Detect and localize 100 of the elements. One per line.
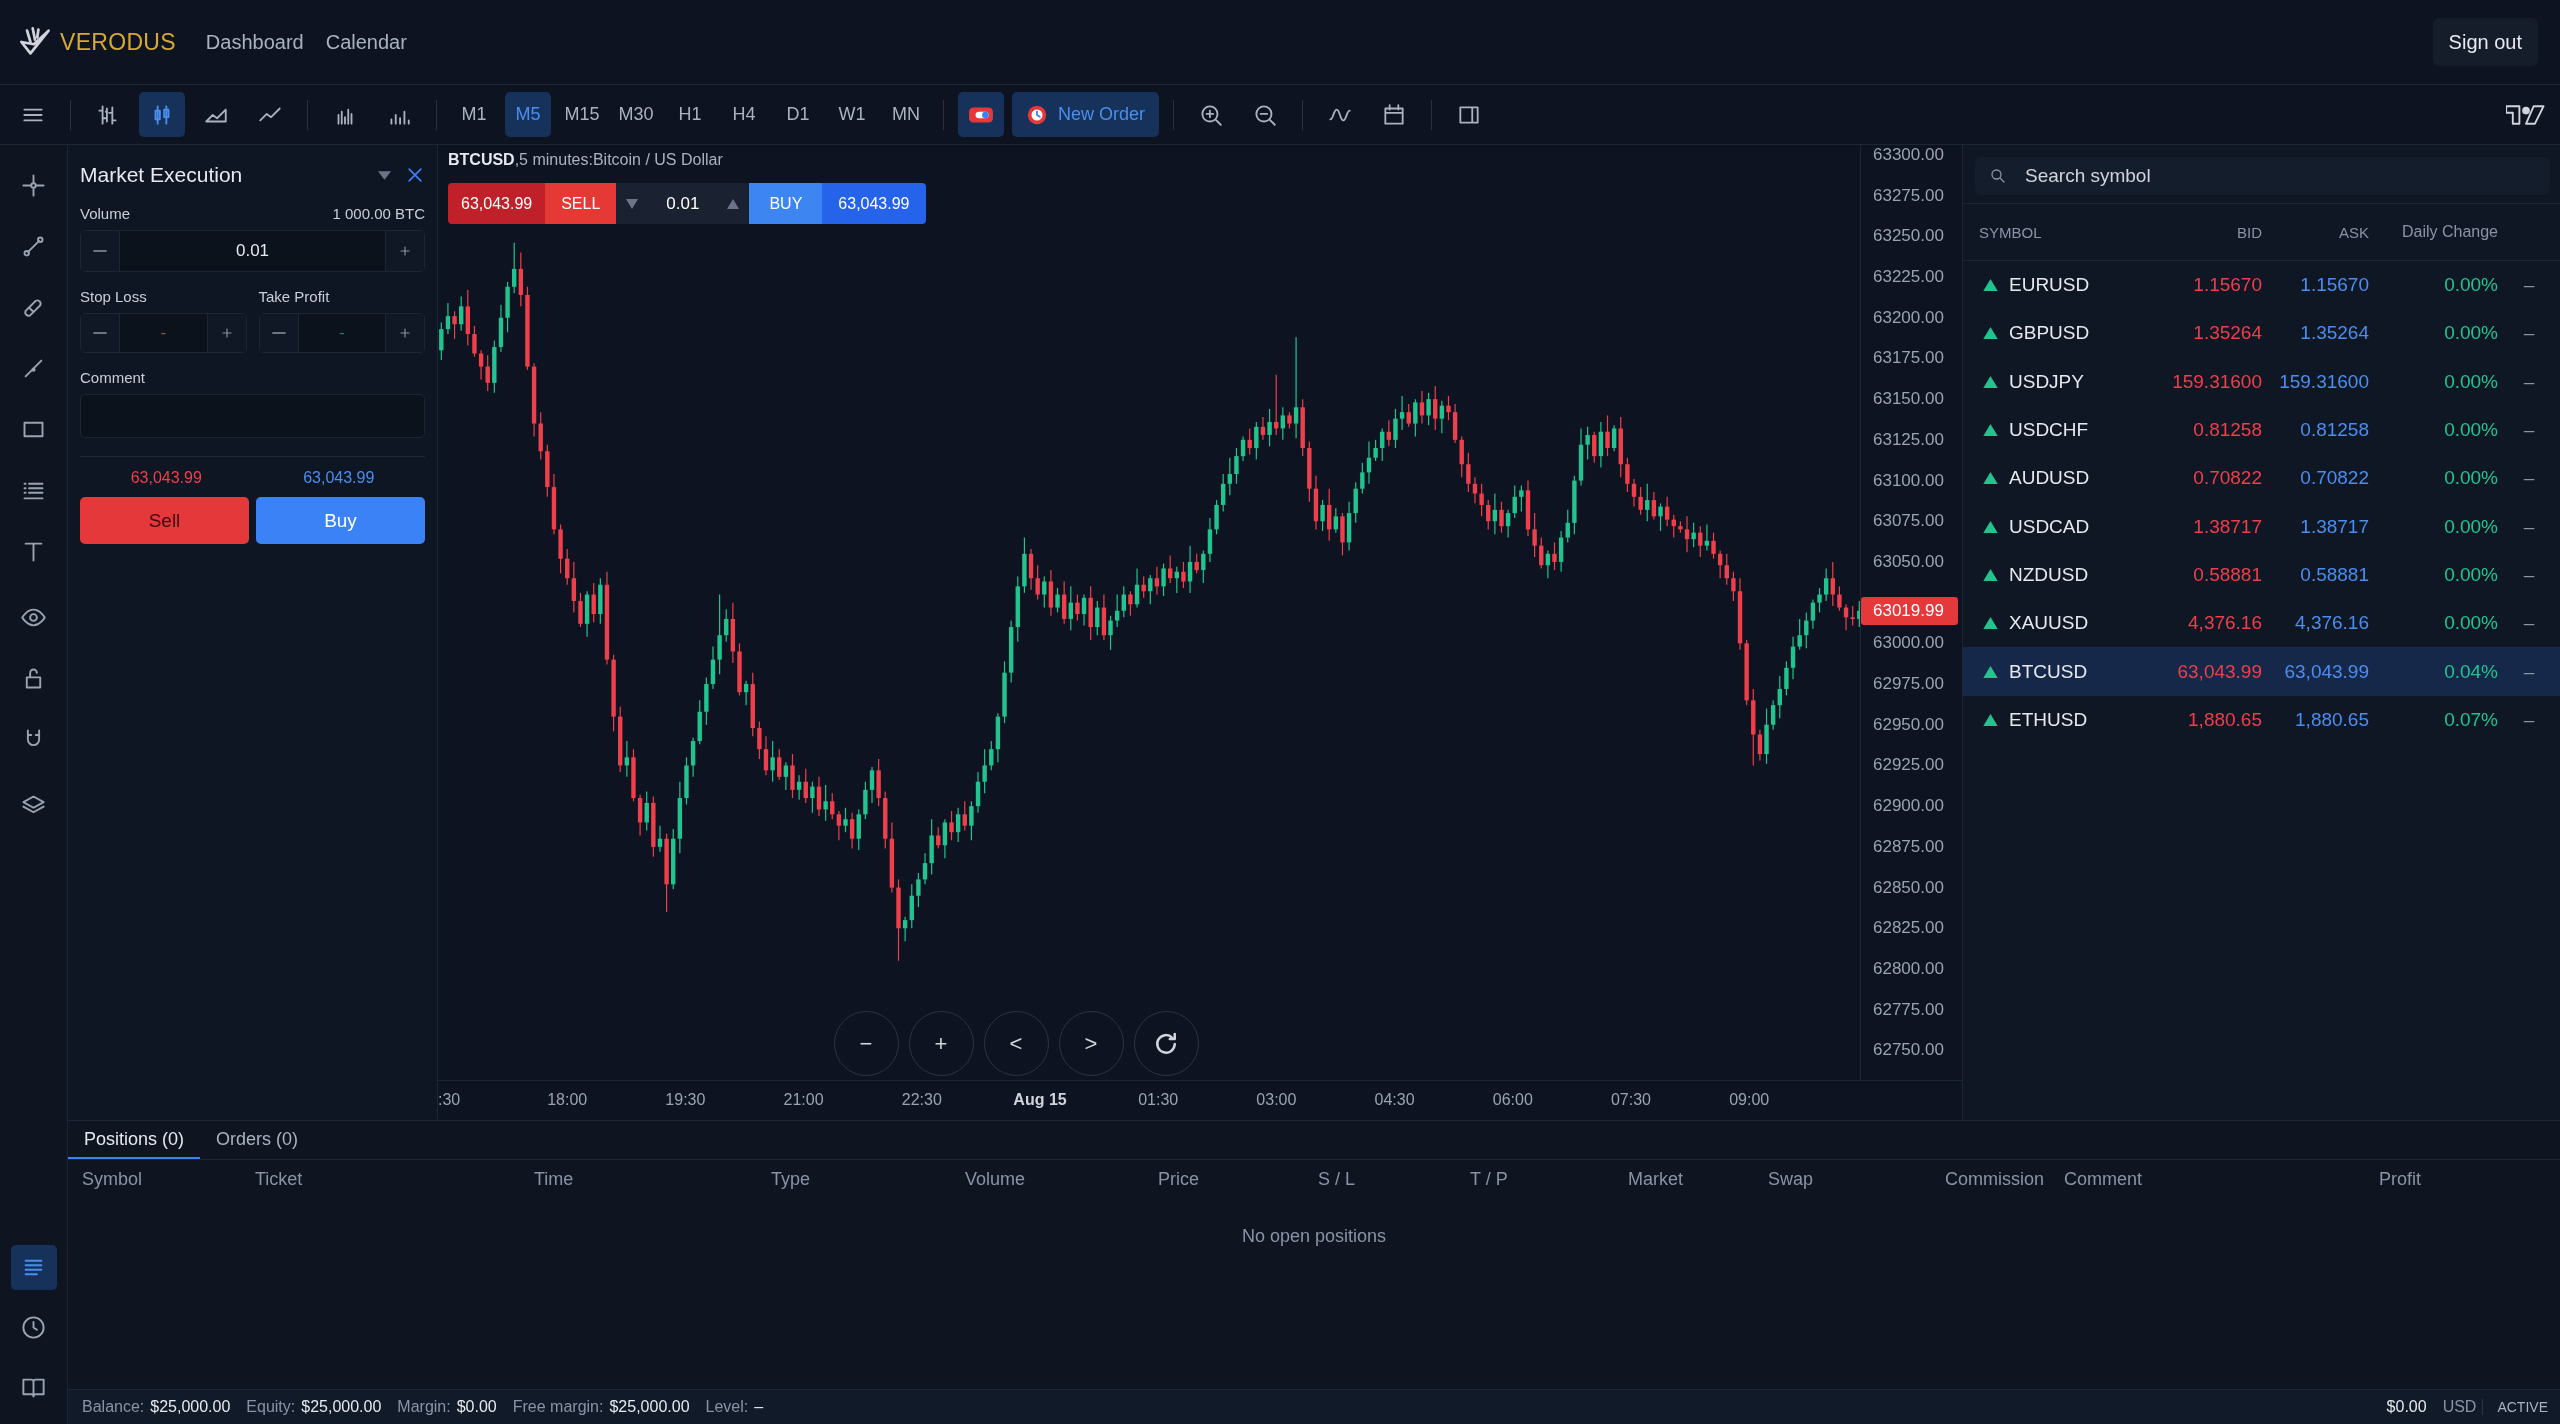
symbol-name: AUDUSD (2008, 467, 2091, 490)
ask-price: 1.35264 (2299, 322, 2369, 345)
symbol-row[interactable]: ETHUSD 1,880.65 1,880.65 0.07% – (1963, 695, 2560, 744)
symbol-row[interactable]: AUDUSD 0.70822 0.70822 0.00% – (1963, 454, 2560, 503)
symbol-row[interactable]: USDCHF 0.81258 0.81258 0.00% – (1963, 405, 2560, 455)
field-label: Stop Loss (80, 288, 148, 305)
sell-button[interactable]: Sell (80, 497, 249, 544)
column-header: Symbol (82, 1168, 144, 1190)
time-tick: 22:30 (900, 1091, 943, 1109)
time-tick: 09:00 (1728, 1091, 1771, 1109)
price-tick: 62925.00 (1872, 755, 1944, 776)
symbol-row[interactable]: USDCAD 1.38717 1.38717 0.00% – (1963, 502, 2560, 551)
symbol-row[interactable]: GBPUSD 1.35264 1.35264 0.00% – (1963, 309, 2560, 358)
chart-control-button[interactable]: > (1058, 1011, 1124, 1076)
timeframe-tab[interactable]: H1 (667, 92, 713, 137)
bid-price: 63,043.99 (2176, 660, 2262, 683)
symbol-row[interactable]: XAUUSD 4,376.16 4,376.16 0.00% – (1963, 599, 2560, 648)
panel-tab[interactable]: Orders (0) (200, 1121, 315, 1159)
symbol-row[interactable]: NZDUSD 0.58881 0.58881 0.00% – (1963, 550, 2560, 600)
field-label: Take Profit (258, 288, 331, 305)
buy-button[interactable]: BUY (749, 183, 823, 224)
panel-tab[interactable]: Positions (0) (68, 1121, 201, 1159)
price-tick: 63150.00 (1872, 389, 1944, 410)
symbol-row[interactable]: BTCUSD 63,043.99 63,043.99 0.04% – (1963, 647, 2560, 696)
time-tick: 01:30 (1137, 1091, 1180, 1109)
status-label: Free margin: (512, 1398, 604, 1416)
price-tick: 63100.00 (1872, 470, 1944, 491)
column-header: Volume (965, 1168, 1027, 1190)
nav-link[interactable]: Calendar (325, 30, 407, 54)
daily-change: 0.04% (2443, 660, 2498, 683)
sign-out-button[interactable]: Sign out (2432, 18, 2538, 66)
row-action[interactable]: – (2498, 274, 2560, 297)
symbol-row[interactable]: EURUSD 1.15670 1.15670 0.00% – (1963, 261, 2560, 310)
symbol-row[interactable]: USDJPY 159.31600 159.31600 0.00% – (1963, 357, 2560, 406)
timeframe-tab[interactable]: M1 (451, 92, 497, 137)
column-header: ASK (2338, 223, 2369, 241)
timeframe-tab[interactable]: M30 (613, 92, 659, 137)
row-action[interactable]: – (2498, 708, 2560, 731)
total-value: $0.00 (2386, 1398, 2427, 1416)
daily-change: 0.00% (2443, 322, 2498, 345)
row-action[interactable]: – (2498, 563, 2560, 586)
sell-price-button[interactable]: 63,043.99 (448, 183, 546, 224)
bid-price: 159.31600 (2171, 370, 2262, 393)
ask-price: 4,376.16 (2294, 612, 2369, 635)
daily-change: 0.00% (2443, 563, 2498, 586)
column-header: Time (534, 1168, 575, 1190)
daily-change: 0.00% (2443, 274, 2498, 297)
price-tick: 63275.00 (1872, 185, 1944, 206)
bid-price: 1,880.65 (2187, 708, 2262, 731)
currency-label: USD (2442, 1398, 2477, 1416)
price-tick: 63200.00 (1872, 307, 1944, 328)
time-tick: Aug 15 (1012, 1091, 1068, 1109)
row-action[interactable]: – (2498, 660, 2560, 683)
new-order-button[interactable]: New Order (1012, 92, 1160, 137)
panel-title: Market Execution (80, 163, 244, 187)
symbol-name: NZDUSD (2008, 563, 2090, 586)
column-header: Ticket (255, 1168, 304, 1190)
price-tick: 62825.00 (1872, 918, 1944, 939)
chart-title: BTCUSD,5 minutes:Bitcoin / US Dollar (448, 151, 723, 169)
bid-price: 0.81258 (2192, 419, 2262, 442)
symbol-name: ETHUSD (2008, 708, 2089, 731)
volume-value: 0.01 (234, 240, 271, 262)
chart-control-button[interactable]: < (983, 1011, 1049, 1076)
row-action[interactable]: – (2498, 515, 2560, 538)
chart-control-button[interactable]: − (833, 1011, 899, 1076)
volume-limit: 1 000.00 BTC (332, 205, 425, 222)
column-header: Daily Change (2400, 223, 2498, 241)
price-tick: 62875.00 (1872, 836, 1944, 857)
ask-price: 159.31600 (2278, 370, 2369, 393)
row-action[interactable]: – (2498, 419, 2560, 442)
price-tick: 62750.00 (1872, 1040, 1944, 1061)
empty-message: No open positions (1240, 1226, 1388, 1247)
status-value: – (754, 1398, 764, 1416)
column-header: Comment (2064, 1168, 2144, 1190)
row-action[interactable]: – (2498, 322, 2560, 345)
timeframe-tab[interactable]: W1 (829, 92, 875, 137)
time-tick: 04:30 (1373, 1091, 1416, 1109)
row-action[interactable]: – (2498, 467, 2560, 490)
column-header: Commission (1945, 1168, 2046, 1190)
nav-link[interactable]: Dashboard (205, 30, 304, 54)
ask-price: 0.58881 (2299, 563, 2369, 586)
timeframe-tab[interactable]: MN (883, 92, 929, 137)
daily-change: 0.00% (2443, 419, 2498, 442)
timeframe-tab[interactable]: M5 (505, 92, 551, 137)
status-badge: ACTIVE (2482, 1399, 2548, 1415)
row-action[interactable]: – (2498, 370, 2560, 393)
buy-button[interactable]: Buy (256, 497, 425, 544)
price-tick: 63300.00 (1872, 144, 1944, 165)
row-action[interactable]: – (2498, 612, 2560, 635)
daily-change: 0.07% (2443, 708, 2498, 731)
buy-price-button[interactable]: 63,043.99 (822, 183, 926, 224)
volume-stepper[interactable]: 0.01 (616, 183, 750, 224)
daily-change: 0.00% (2443, 467, 2498, 490)
chart-control-button[interactable]: + (908, 1011, 974, 1076)
sell-button[interactable]: SELL (545, 183, 617, 224)
timeframe-tab[interactable]: D1 (775, 92, 821, 137)
timeframe-tab[interactable]: H4 (721, 92, 767, 137)
bid-price: 0.70822 (2192, 467, 2262, 490)
search-field[interactable]: Search symbol (1975, 157, 2550, 195)
timeframe-tab[interactable]: M15 (559, 92, 605, 137)
